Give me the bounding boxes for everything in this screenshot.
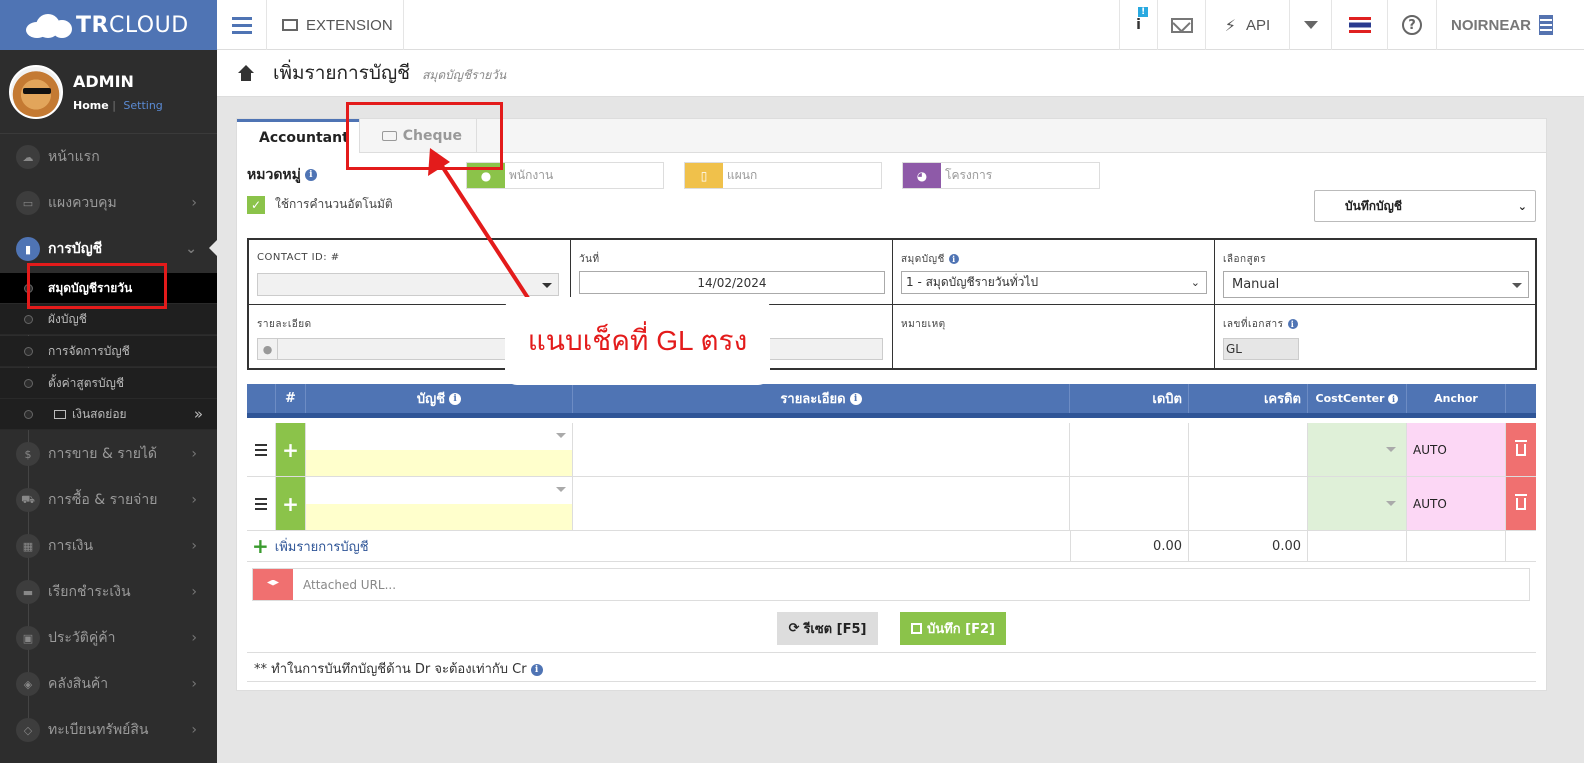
annotation-arrow [428, 148, 530, 300]
annotation-callout: แนบเช็คที่ GL ตรง [505, 297, 770, 385]
